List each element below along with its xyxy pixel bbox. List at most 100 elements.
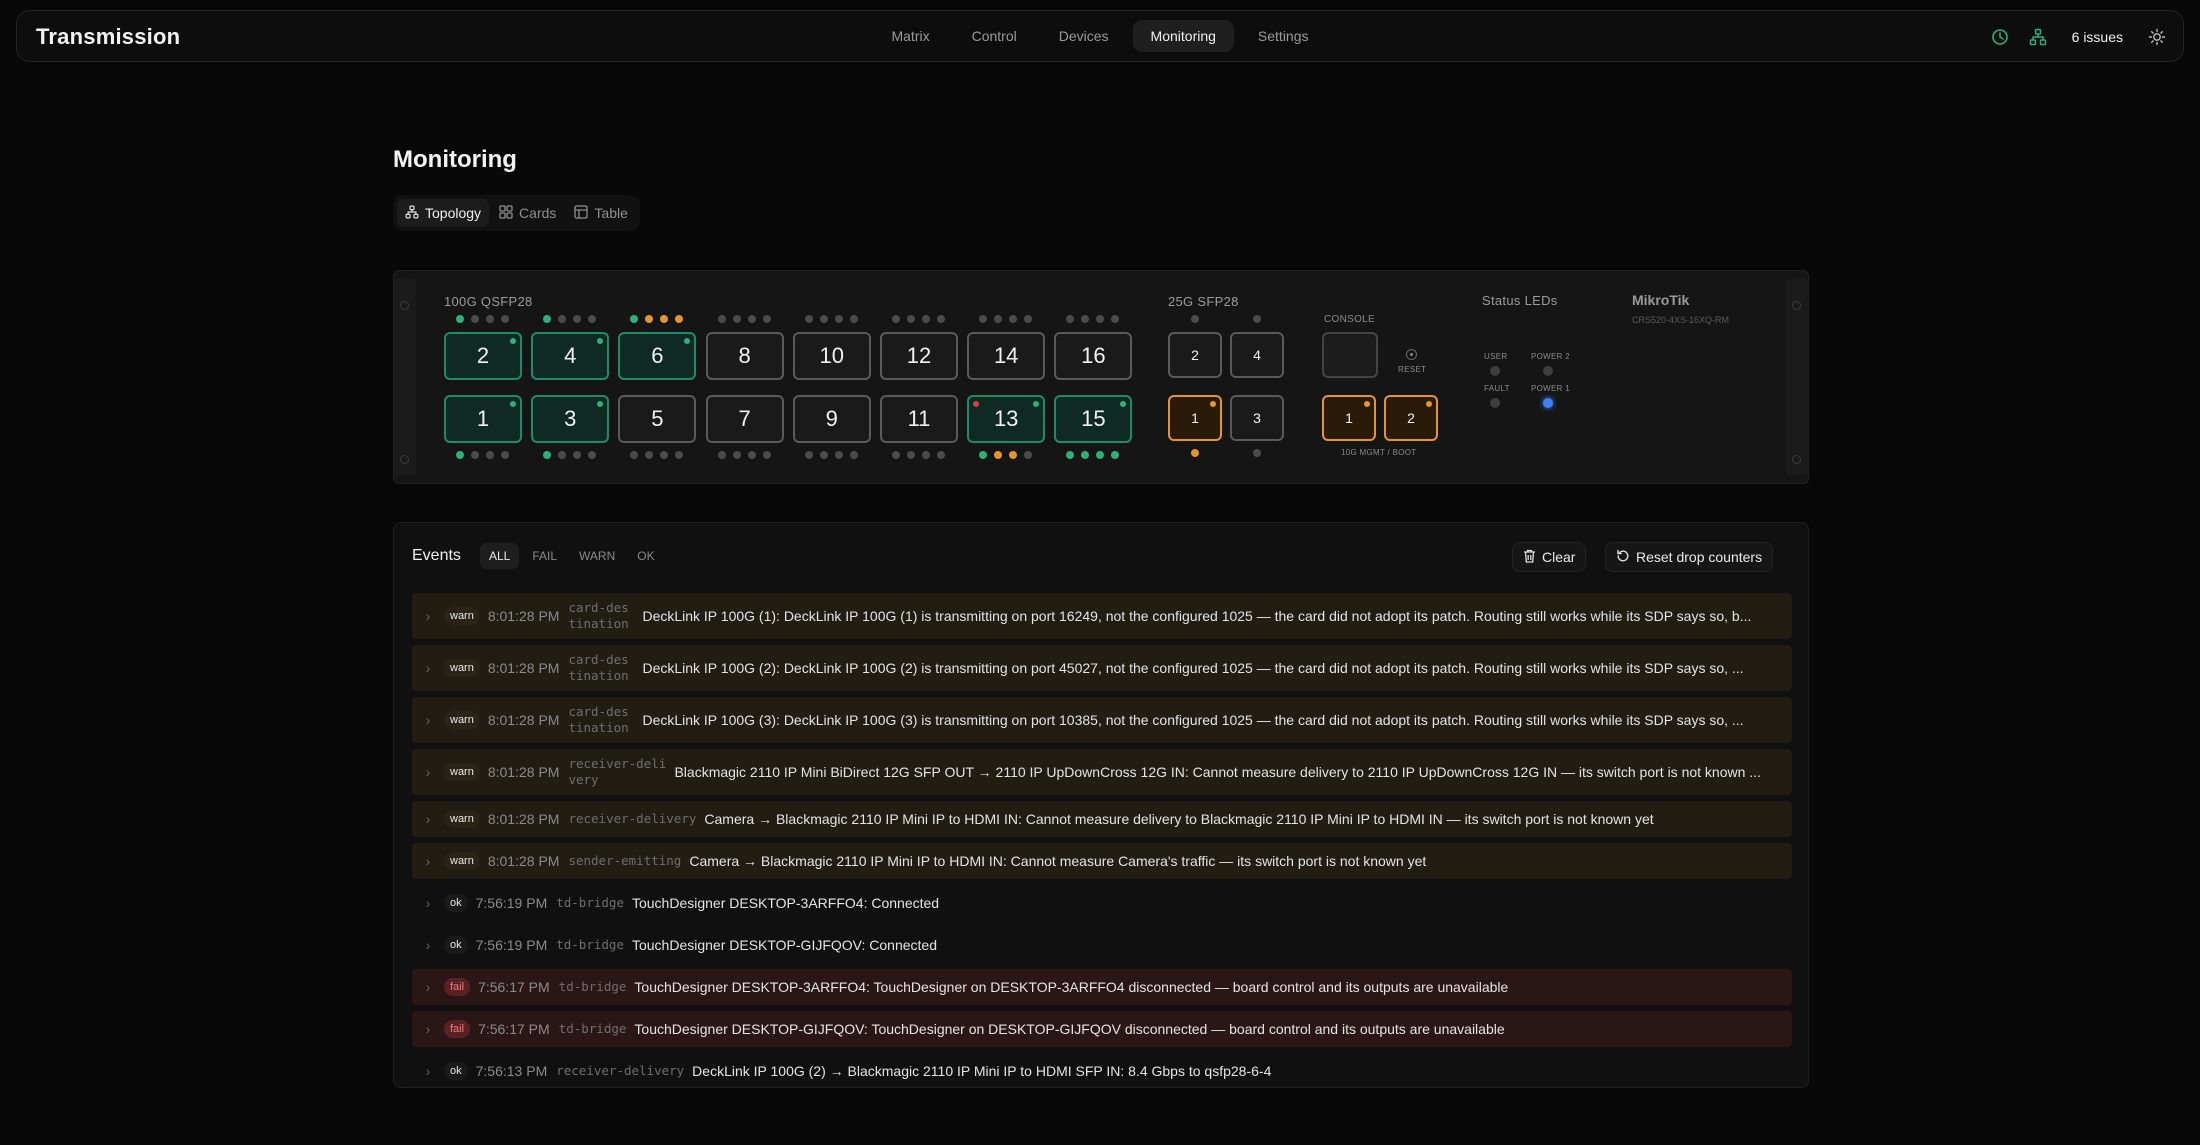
- filter-all[interactable]: ALL: [480, 543, 520, 569]
- switch-port-switch-qsfp_top-0[interactable]: 2: [444, 332, 522, 380]
- switch-port-switch-qsfp_top-6[interactable]: 14: [967, 332, 1046, 380]
- switch-port-switch-qsfp_bottom-5[interactable]: 11: [880, 395, 958, 443]
- event-row[interactable]: › fail 7:56:17 PM td-bridge TouchDesigner DE…: [412, 969, 1792, 1005]
- chevron-right-icon[interactable]: ›: [412, 811, 444, 827]
- chevron-right-icon[interactable]: ›: [412, 712, 444, 728]
- qsfp-bottom-led-row: [543, 451, 597, 459]
- switch-port-switch-qsfp_bottom-7[interactable]: 15: [1054, 395, 1133, 443]
- port-activity-led: [1191, 315, 1199, 323]
- port-number: 3: [564, 406, 577, 431]
- topology-icon[interactable]: [2028, 27, 2048, 47]
- port-number: 2: [476, 343, 490, 368]
- switch-port-switch-qsfp_bottom-4[interactable]: 9: [792, 395, 871, 443]
- chevron-right-icon[interactable]: ›: [412, 608, 444, 624]
- event-row[interactable]: › ok 7:56:19 PM td-bridge TouchDesigner DESK…: [412, 927, 1792, 963]
- chevron-right-icon[interactable]: ›: [412, 853, 444, 869]
- port-activity-led: [558, 451, 567, 459]
- event-message: Blackmagic 2110 IP Mini BiDirect 12G SFP…: [674, 764, 1761, 780]
- tab-table[interactable]: Table: [566, 199, 635, 227]
- event-row[interactable]: › ok 7:56:19 PM td-bridge TouchDesigner DESK…: [412, 885, 1792, 921]
- switch-port-switch-sfp_bottom-1[interactable]: 3: [1230, 395, 1284, 441]
- nav-matrix[interactable]: Matrix: [873, 20, 947, 52]
- clear-button[interactable]: Clear: [1512, 542, 1587, 572]
- qsfp-bottom-led-row: [456, 451, 509, 459]
- switch-port-switch-qsfp_bottom-3[interactable]: 7: [705, 395, 784, 443]
- qsfp-top-led-row: [1066, 315, 1120, 323]
- switch-port-switch-qsfp_top-1[interactable]: 4: [531, 332, 610, 380]
- switch-port-switch-mgmt_ports-0[interactable]: 1: [1322, 395, 1376, 441]
- switch-port-switch-sfp_top-0[interactable]: 2: [1168, 332, 1222, 378]
- switch-port-switch-qsfp_bottom-6[interactable]: 13: [967, 395, 1046, 443]
- switch-port-switch-qsfp_top-4[interactable]: 10: [792, 332, 871, 380]
- switch-port-switch-qsfp_top-3[interactable]: 8: [705, 332, 784, 380]
- event-row[interactable]: › ok 7:56:13 PM receiver-delivery DeckLink I…: [412, 1053, 1792, 1087]
- event-row[interactable]: › warn 8:01:28 PM receiver-delivery Blackmag…: [412, 749, 1792, 795]
- switch-port-switch-qsfp_bottom-1[interactable]: 3: [531, 395, 610, 443]
- event-source: receiver-delivery: [556, 1063, 685, 1078]
- switch-port-switch-sfp_top-1[interactable]: 4: [1230, 332, 1284, 378]
- screw-icon: [400, 301, 409, 310]
- nav-monitoring[interactable]: Monitoring: [1132, 20, 1234, 52]
- history-icon[interactable]: [1990, 27, 2010, 47]
- event-row[interactable]: › warn 8:01:28 PM sender-emitting Camera → B…: [412, 843, 1792, 879]
- port-activity-led: [660, 315, 669, 323]
- reset-button[interactable]: [1406, 349, 1417, 360]
- chevron-right-icon[interactable]: ›: [412, 937, 444, 953]
- console-port[interactable]: [1322, 332, 1378, 378]
- chevron-right-icon[interactable]: ›: [412, 764, 444, 780]
- nav-control[interactable]: Control: [954, 20, 1035, 52]
- reset-drop-counters-button[interactable]: Reset drop counters: [1605, 542, 1774, 572]
- switch-port-switch-qsfp_top-2[interactable]: 6: [618, 332, 697, 380]
- chevron-right-icon[interactable]: ›: [412, 660, 444, 676]
- event-row[interactable]: › warn 8:01:28 PM receiver-delivery Camera →…: [412, 801, 1792, 837]
- port-activity-led: [486, 451, 494, 459]
- port-activity-led: [979, 315, 988, 323]
- nav-devices[interactable]: Devices: [1041, 20, 1127, 52]
- trash-icon: [1523, 549, 1536, 566]
- event-source: td-bridge: [556, 937, 624, 952]
- filter-warn[interactable]: WARN: [570, 543, 624, 569]
- status-leds-label: Status LEDs: [1482, 293, 1558, 308]
- event-row[interactable]: › fail 7:56:17 PM td-bridge TouchDesigner DE…: [412, 1011, 1792, 1047]
- event-message: DeckLink IP 100G (1): DeckLink IP 100G (…: [642, 608, 1752, 624]
- events-title: Events: [412, 547, 461, 564]
- switch-port-switch-qsfp_top-7[interactable]: 16: [1054, 332, 1133, 380]
- qsfp-bottom-led-row: [979, 451, 1033, 459]
- port-status-led: [684, 338, 691, 344]
- filter-fail[interactable]: FAIL: [523, 543, 566, 569]
- switch-port-switch-mgmt_ports-1[interactable]: 2: [1384, 395, 1438, 441]
- issues-count[interactable]: 6 issues: [2066, 29, 2129, 45]
- port-activity-led: [979, 451, 988, 459]
- port-activity-led: [1096, 451, 1105, 459]
- chevron-right-icon[interactable]: ›: [412, 979, 444, 995]
- port-activity-led: [675, 451, 684, 459]
- chevron-right-icon[interactable]: ›: [412, 1021, 444, 1037]
- event-row[interactable]: › warn 8:01:28 PM card-destination DeckLink …: [412, 697, 1792, 743]
- event-source: receiver-delivery: [568, 811, 697, 826]
- tab-topology[interactable]: Topology: [397, 199, 490, 227]
- port-activity-led: [558, 315, 567, 323]
- event-level-badge: warn: [444, 711, 480, 729]
- event-row[interactable]: › warn 8:01:28 PM card-destination DeckLink …: [412, 645, 1792, 691]
- tab-cards[interactable]: Cards: [491, 199, 564, 227]
- switch-port-switch-qsfp_bottom-2[interactable]: 5: [618, 395, 697, 443]
- switch-port-switch-sfp_bottom-0[interactable]: 1: [1168, 395, 1222, 441]
- event-source: td-bridge: [558, 1021, 627, 1036]
- page-title: Monitoring: [393, 146, 517, 173]
- switch-port-switch-qsfp_top-5[interactable]: 12: [880, 332, 958, 380]
- port-status-led: [1033, 401, 1040, 407]
- switch-port-switch-qsfp_bottom-0[interactable]: 1: [444, 395, 522, 443]
- chevron-right-icon[interactable]: ›: [412, 1063, 444, 1079]
- port-activity-led: [762, 315, 771, 323]
- filter-ok[interactable]: OK: [628, 543, 663, 569]
- port-activity-led: [588, 451, 597, 459]
- event-message: DeckLink IP 100G (3): DeckLink IP 100G (…: [642, 712, 1744, 728]
- qsfp-bottom-led-row: [804, 451, 858, 459]
- nav-settings[interactable]: Settings: [1240, 20, 1327, 52]
- event-row[interactable]: › warn 8:01:28 PM card-destination DeckLink …: [412, 593, 1792, 639]
- qsfp-top-led-row: [456, 315, 509, 323]
- chevron-right-icon[interactable]: ›: [412, 895, 444, 911]
- theme-toggle-icon[interactable]: [2147, 27, 2167, 47]
- event-level-badge: warn: [444, 607, 480, 625]
- event-level-badge: warn: [444, 852, 480, 870]
